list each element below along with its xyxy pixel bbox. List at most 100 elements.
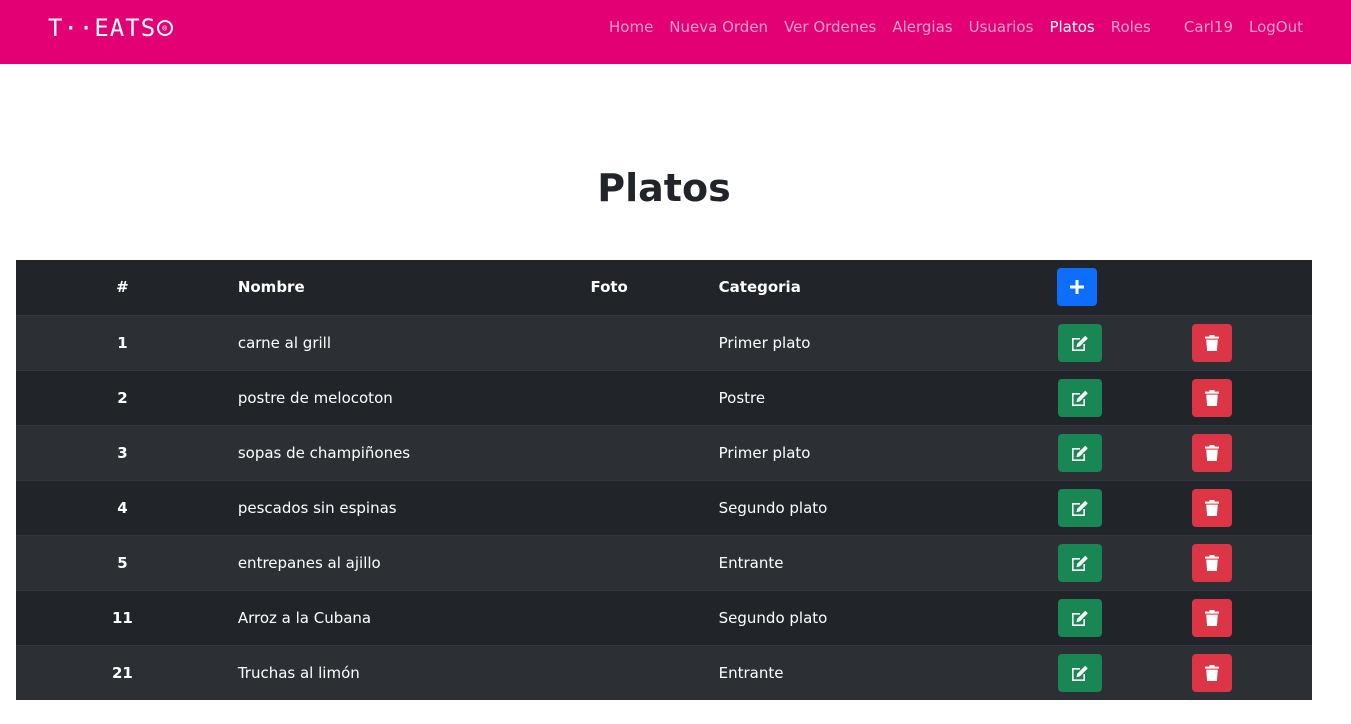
nav-links: Home Nueva Orden Ver Ordenes Alergias Usuari… — [609, 18, 1151, 36]
delete-button[interactable] — [1192, 598, 1233, 637]
row-photo — [551, 589, 719, 645]
dishes-table: # Nombre Foto Categoria 1 carne al grill P… — [16, 260, 1312, 700]
delete-button[interactable] — [1192, 543, 1233, 582]
row-name: pescados sin espinas — [228, 479, 552, 535]
delete-button[interactable] — [1192, 653, 1233, 692]
edit-button[interactable] — [1058, 378, 1103, 417]
table-row: 1 carne al grill Primer plato — [16, 314, 1312, 370]
logout-link[interactable]: LogOut — [1249, 18, 1303, 36]
row-number: 11 — [16, 589, 229, 645]
nav-user-area: Carl19 LogOut — [1184, 18, 1303, 36]
row-name: Arroz a la Cubana — [228, 589, 552, 645]
delete-button[interactable] — [1192, 433, 1233, 472]
trash-icon — [1205, 444, 1220, 461]
row-delete-cell — [1144, 314, 1312, 370]
nav-link-ver-ordenes[interactable]: Ver Ordenes — [784, 18, 876, 36]
row-number: 2 — [16, 369, 229, 425]
row-delete-cell — [1144, 479, 1312, 535]
row-edit-cell — [920, 589, 1145, 645]
header-number: # — [116, 278, 129, 297]
edit-icon — [1071, 500, 1089, 516]
row-delete-cell — [1144, 534, 1312, 590]
row-photo — [551, 479, 719, 535]
edit-button[interactable] — [1058, 653, 1103, 692]
delete-button[interactable] — [1192, 488, 1233, 527]
row-edit-cell — [920, 644, 1145, 700]
row-photo — [551, 424, 719, 480]
edit-button[interactable] — [1058, 433, 1103, 472]
trash-icon — [1205, 389, 1220, 406]
row-delete-cell — [1144, 589, 1312, 645]
nav-link-platos[interactable]: Platos — [1049, 18, 1094, 36]
row-photo — [551, 644, 719, 700]
nav-link-usuarios[interactable]: Usuarios — [969, 18, 1034, 36]
table-row: 5 entrepanes al ajillo Entrante — [16, 534, 1312, 590]
delete-button[interactable] — [1192, 378, 1233, 417]
table-row: 21 Truchas al limón Entrante — [16, 644, 1312, 700]
edit-icon — [1071, 445, 1089, 461]
nav-link-roles[interactable]: Roles — [1111, 18, 1151, 36]
table-body: 1 carne al grill Primer plato 2 postre de me… — [16, 314, 1312, 700]
dishes-table-container: # Nombre Foto Categoria 1 carne al grill P… — [16, 260, 1312, 700]
edit-button[interactable] — [1058, 598, 1103, 637]
row-number: 4 — [16, 479, 229, 535]
row-category: Entrante — [718, 534, 921, 590]
row-photo — [551, 369, 719, 425]
header-photo: Foto — [590, 278, 628, 297]
table-row: 4 pescados sin espinas Segundo plato — [16, 479, 1312, 535]
row-category: Segundo plato — [718, 589, 921, 645]
row-photo — [551, 534, 719, 590]
brand-logo[interactable]: T··EATS ® — [48, 14, 174, 42]
trash-icon — [1205, 499, 1220, 516]
row-edit-cell — [920, 314, 1145, 370]
table-row: 3 sopas de champiñones Primer plato — [16, 424, 1312, 480]
row-delete-cell — [1144, 424, 1312, 480]
row-number: 21 — [16, 644, 229, 700]
trash-icon — [1205, 554, 1220, 571]
edit-icon — [1071, 555, 1089, 571]
header-category: Categoria — [718, 278, 801, 297]
brand-text: T··EATS — [48, 14, 157, 42]
edit-button[interactable] — [1058, 323, 1103, 362]
header-name: Nombre — [237, 278, 305, 297]
row-delete-cell — [1144, 369, 1312, 425]
page-title: Platos — [597, 166, 731, 210]
row-edit-cell — [920, 534, 1145, 590]
table-row: 11 Arroz a la Cubana Segundo plato — [16, 589, 1312, 645]
row-photo — [551, 314, 719, 370]
row-category: Entrante — [718, 644, 921, 700]
row-number: 1 — [16, 314, 229, 370]
nav-user[interactable]: Carl19 — [1184, 18, 1233, 36]
nav-link-alergias[interactable]: Alergias — [892, 18, 952, 36]
row-category: Primer plato — [718, 314, 921, 370]
row-category: Primer plato — [718, 424, 921, 480]
table-header-row: # Nombre Foto Categoria — [16, 260, 1312, 315]
plus-icon — [1070, 280, 1085, 295]
table-row: 2 postre de melocoton Postre — [16, 369, 1312, 425]
edit-button[interactable] — [1058, 488, 1103, 527]
add-dish-button[interactable] — [1057, 268, 1098, 307]
edit-icon — [1071, 665, 1089, 681]
header-actions — [920, 260, 1312, 315]
delete-button[interactable] — [1192, 323, 1233, 362]
navbar: T··EATS ® Home Nueva Orden Ver Ordenes Aler… — [0, 0, 1351, 64]
brand-mark: ® — [157, 20, 174, 36]
row-name: sopas de champiñones — [228, 424, 552, 480]
row-edit-cell — [920, 424, 1145, 480]
nav-link-home[interactable]: Home — [609, 18, 653, 36]
row-edit-cell — [920, 479, 1145, 535]
trash-icon — [1205, 664, 1220, 681]
row-name: entrepanes al ajillo — [228, 534, 552, 590]
nav-link-nueva-orden[interactable]: Nueva Orden — [669, 18, 768, 36]
row-name: Truchas al limón — [228, 644, 552, 700]
row-delete-cell — [1144, 644, 1312, 700]
row-number: 3 — [16, 424, 229, 480]
row-edit-cell — [920, 369, 1145, 425]
edit-button[interactable] — [1058, 543, 1103, 582]
trash-icon — [1205, 334, 1220, 351]
row-number: 5 — [16, 534, 229, 590]
row-name: postre de melocoton — [228, 369, 552, 425]
row-category: Postre — [718, 369, 921, 425]
edit-icon — [1071, 390, 1089, 406]
edit-icon — [1071, 335, 1089, 351]
